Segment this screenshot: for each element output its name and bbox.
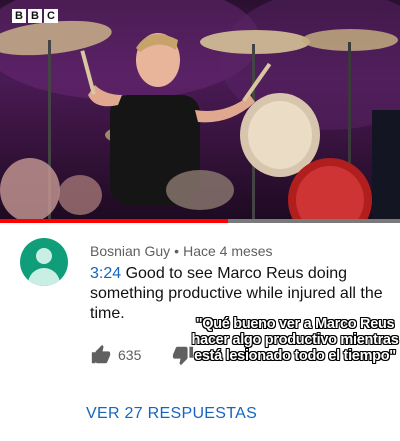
comment-text: Good to see Marco Reus doing something p… [90,265,383,322]
like-count: 635 [118,347,142,363]
video-progress-bar[interactable] [0,219,400,223]
comment-age: Hace 4 meses [183,243,273,259]
thumbs-up-icon[interactable] [90,344,112,366]
bbc-logo-letter: B [28,9,42,23]
view-replies-button[interactable]: VER 27 RESPUESTAS [86,405,257,423]
comment-actions: 635 [90,343,194,367]
meta-separator: • [174,243,180,259]
video-frame-illustration [0,0,400,223]
video-progress-fill [0,219,228,223]
avatar-head [36,248,52,264]
comment-author[interactable]: Bosnian Guy [90,243,170,259]
bbc-logo: B B C [12,9,58,23]
user-avatar-icon[interactable] [20,238,68,286]
translation-caption: "Qué bueno ver a Marco Reus hacer algo p… [191,316,399,364]
video-player[interactable]: B B C [0,0,400,223]
comment-body: 3:24 Good to see Marco Reus doing someth… [90,264,390,324]
comment-timestamp-link[interactable]: 3:24 [90,265,121,282]
avatar-body [28,268,60,286]
bbc-logo-letter: B [12,9,26,23]
bbc-logo-letter: C [44,9,58,23]
comment-meta: Bosnian Guy • Hace 4 meses [90,243,273,259]
